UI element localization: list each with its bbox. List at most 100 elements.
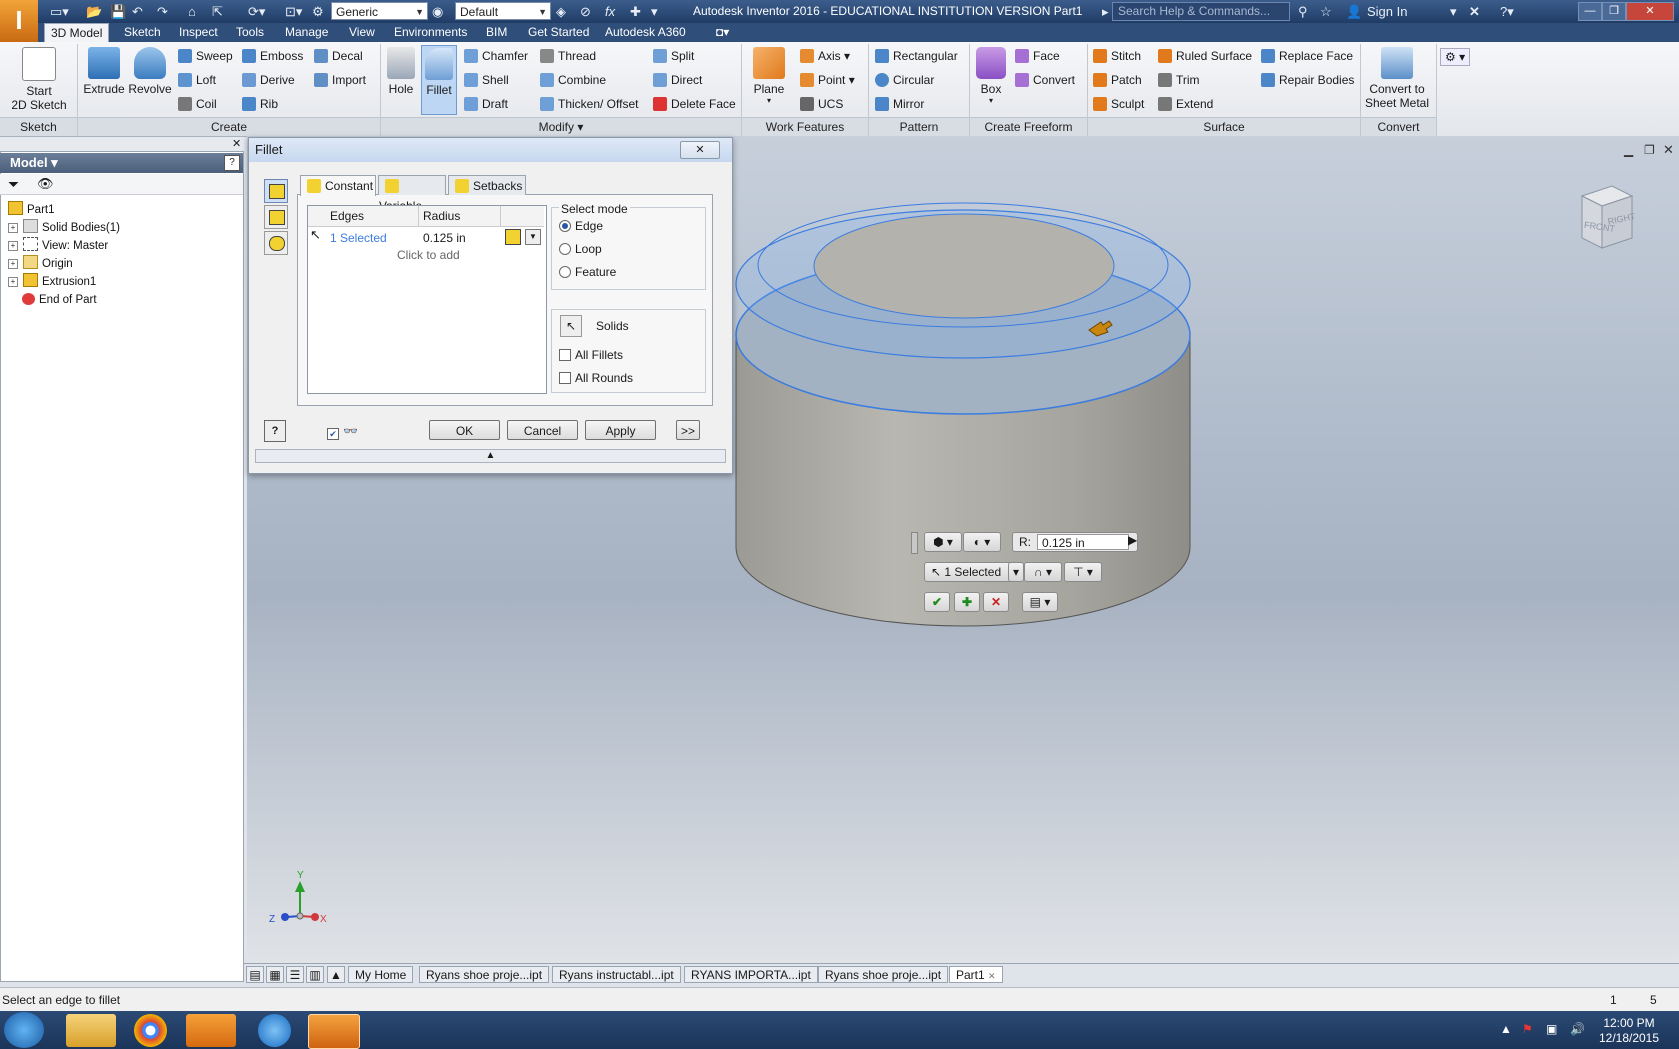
dialog-titlebar[interactable]: Fillet bbox=[249, 138, 732, 162]
box-button[interactable]: Box ▾ bbox=[972, 47, 1010, 105]
loft-button[interactable]: Loft bbox=[178, 73, 216, 87]
stitch-button[interactable]: Stitch bbox=[1093, 49, 1141, 63]
find-icon[interactable]: 👁 bbox=[37, 176, 54, 192]
collapse-panel-arrow-icon[interactable]: ▲ bbox=[255, 449, 726, 463]
mini-toolbar-options-dropdown[interactable]: ▤ ▾ bbox=[1022, 592, 1058, 612]
tab-3d-model[interactable]: 3D Model bbox=[44, 23, 110, 43]
full-round-mode-button[interactable] bbox=[264, 231, 288, 255]
emboss-button[interactable]: Emboss bbox=[242, 49, 303, 63]
redo-icon[interactable]: ↷ bbox=[157, 3, 168, 20]
expand-icon[interactable]: + bbox=[8, 223, 18, 233]
appearance-select[interactable]: Default ▼ bbox=[455, 2, 551, 20]
home-icon[interactable]: ⌂ bbox=[188, 3, 196, 20]
file-explorer-icon[interactable] bbox=[66, 1014, 116, 1047]
tab-bim[interactable]: BIM bbox=[480, 23, 513, 42]
undo-icon[interactable]: ↶ bbox=[132, 3, 143, 20]
tab-inspect[interactable]: Inspect bbox=[173, 23, 224, 42]
derive-button[interactable]: Derive bbox=[242, 73, 295, 87]
doc-tab-ryans-instructabl[interactable]: Ryans instructabl...ipt bbox=[552, 966, 681, 983]
customize-qa-icon[interactable]: ▾ bbox=[651, 3, 658, 20]
ruled-surface-button[interactable]: Ruled Surface bbox=[1158, 49, 1252, 63]
apply-plus-icon[interactable]: ✚ bbox=[954, 592, 980, 612]
tree-item-extrusion1[interactable]: + Extrusion1 bbox=[8, 273, 96, 291]
doc-tab-ryans-shoe-1[interactable]: Ryans shoe proje...ipt bbox=[419, 966, 550, 983]
new-icon[interactable]: ▭▾ bbox=[50, 3, 69, 20]
tab-constant[interactable]: Constant bbox=[300, 175, 376, 196]
internet-explorer-icon[interactable] bbox=[258, 1014, 291, 1047]
viewport-restore-icon[interactable]: ❐ bbox=[1644, 143, 1655, 157]
sign-in-dropdown-icon[interactable]: ▾ bbox=[1450, 3, 1457, 20]
sculpt-button[interactable]: Sculpt bbox=[1093, 97, 1144, 111]
network-icon[interactable]: ▣ bbox=[1546, 1022, 1557, 1036]
clear-icon[interactable]: ⊘ bbox=[580, 3, 591, 20]
ucs-button[interactable]: UCS bbox=[800, 97, 843, 111]
combine-button[interactable]: Combine bbox=[540, 73, 606, 87]
row-dropdown-icon[interactable]: ▼ bbox=[525, 229, 541, 245]
material-select[interactable]: Generic ▼ bbox=[331, 2, 428, 20]
extend-button[interactable]: Extend bbox=[1158, 97, 1213, 111]
minimize-window-button[interactable]: — bbox=[1578, 2, 1602, 21]
point-button[interactable]: Point ▾ bbox=[800, 73, 855, 87]
axis-button[interactable]: Axis ▾ bbox=[800, 49, 850, 63]
cancel-button[interactable]: Cancel bbox=[507, 420, 578, 440]
circular-pattern-button[interactable]: Circular bbox=[875, 73, 934, 87]
ribbon-more-options-icon[interactable]: ⚙ ▾ bbox=[1440, 48, 1471, 66]
application-menu-button[interactable]: I bbox=[0, 0, 38, 42]
doc-tab-ryans-importa[interactable]: RYANS IMPORTA...ipt bbox=[684, 966, 818, 983]
save-icon[interactable]: 💾 bbox=[110, 3, 126, 20]
chamfer-button[interactable]: Chamfer bbox=[464, 49, 528, 63]
sign-in-link[interactable]: Sign In bbox=[1367, 3, 1407, 20]
tree-item-part1[interactable]: Part1 bbox=[8, 201, 55, 219]
tab-manage[interactable]: Manage bbox=[279, 23, 334, 42]
convert-to-sheet-metal-button[interactable]: Convert to Sheet Metal bbox=[1362, 47, 1432, 110]
tab-variable[interactable]: Variable bbox=[378, 175, 446, 213]
search-arrow-icon[interactable]: ▸ bbox=[1102, 3, 1109, 20]
viewport-close-icon[interactable]: ✕ bbox=[1663, 142, 1674, 158]
apply-button[interactable]: Apply bbox=[585, 420, 656, 440]
properties-icon[interactable]: ⚙ bbox=[312, 3, 324, 20]
tab-environments[interactable]: Environments bbox=[388, 23, 473, 42]
rectangular-pattern-button[interactable]: Rectangular bbox=[875, 49, 958, 63]
tab-autodesk-a360[interactable]: Autodesk A360 bbox=[599, 23, 692, 42]
tree-item-solid-bodies[interactable]: + Solid Bodies(1) bbox=[8, 219, 120, 237]
extrude-button[interactable]: Extrude bbox=[82, 47, 126, 96]
viewport-minimize-icon[interactable]: ▁ bbox=[1624, 143, 1633, 157]
edge-selection-cell[interactable]: 1 Selected bbox=[330, 231, 387, 245]
radius-cell[interactable]: 0.125 in bbox=[423, 231, 466, 245]
adjust-icon[interactable]: ◈ bbox=[556, 3, 566, 20]
ok-check-icon[interactable]: ✔ bbox=[924, 592, 950, 612]
restore-window-button[interactable]: ❐ bbox=[1602, 2, 1626, 21]
doc-tab-my-home[interactable]: My Home bbox=[348, 966, 414, 983]
freeform-convert-button[interactable]: Convert bbox=[1015, 73, 1075, 87]
favorites-icon[interactable]: ☆ bbox=[1320, 3, 1332, 20]
preview-checkbox[interactable]: ✔ 👓 bbox=[327, 424, 358, 440]
shell-button[interactable]: Shell bbox=[464, 73, 509, 87]
corner-option-dropdown[interactable]: ⊤ ▾ bbox=[1064, 562, 1102, 582]
parameters-icon[interactable]: fx bbox=[605, 3, 615, 20]
mirror-button[interactable]: Mirror bbox=[875, 97, 924, 111]
windows-start-icon[interactable] bbox=[4, 1012, 44, 1048]
tile-rows-icon[interactable]: ☰ bbox=[286, 966, 304, 983]
expand-icon[interactable]: + bbox=[8, 259, 18, 269]
media-player-icon[interactable] bbox=[186, 1014, 236, 1047]
tile-columns-icon[interactable]: ▥ bbox=[306, 966, 324, 983]
edge-fillet-mode-button[interactable] bbox=[264, 179, 288, 203]
close-window-button[interactable]: ✕ bbox=[1626, 2, 1674, 21]
search-input[interactable]: Search Help & Commands... bbox=[1112, 2, 1290, 21]
radius-expand-icon[interactable]: ▶ bbox=[1128, 533, 1137, 547]
more-options-button[interactable]: >> bbox=[676, 420, 700, 440]
revolve-button[interactable]: Revolve bbox=[127, 47, 173, 96]
action-center-flag-icon[interactable]: ⚑ bbox=[1522, 1022, 1533, 1036]
sweep-button[interactable]: Sweep bbox=[178, 49, 233, 63]
solids-select-button[interactable]: ↖ bbox=[560, 315, 582, 337]
tab-tools[interactable]: Tools bbox=[230, 23, 270, 42]
select-icon[interactable]: ⊡▾ bbox=[285, 3, 302, 20]
hole-button[interactable]: Hole bbox=[383, 47, 419, 96]
rib-button[interactable]: Rib bbox=[242, 97, 278, 111]
tile-grid-icon[interactable]: ▦ bbox=[266, 966, 284, 983]
tab-scroll-up-icon[interactable]: ▲ bbox=[327, 966, 345, 983]
ok-button[interactable]: OK bbox=[429, 420, 500, 440]
start-2d-sketch-button[interactable]: Start 2D Sketch bbox=[6, 47, 72, 112]
exchange-icon[interactable]: ✕ bbox=[1469, 3, 1480, 20]
return-icon[interactable]: ⇱ bbox=[212, 3, 223, 20]
